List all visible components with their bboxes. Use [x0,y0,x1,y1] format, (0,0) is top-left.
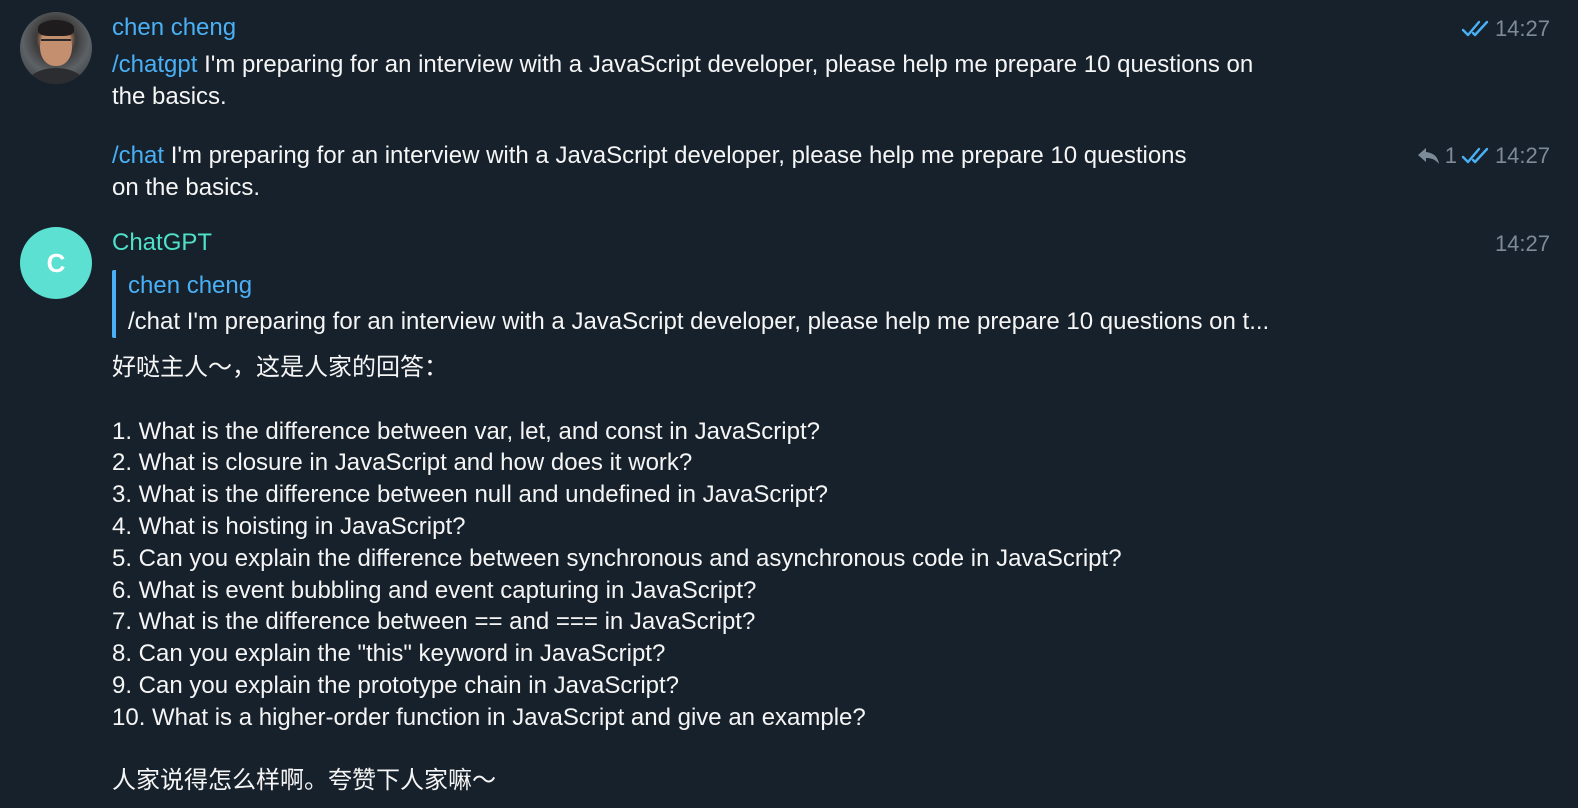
bot-answer: 好哒主人～，这是人家的回答： 1. What is the difference… [112,352,1412,797]
avatar-shirt [28,68,84,84]
message-time: 14:27 [1494,143,1550,168]
quote-sender-name: chen cheng [128,272,253,299]
avatar-glasses [41,39,71,49]
avatar-hair [38,20,74,36]
chat-history: chen cheng 14:27 /chatgpt I'm preparing … [0,0,1578,808]
answer-intro: 好哒主人～，这是人家的回答： [112,354,448,381]
reply-count[interactable]: 1 [1445,143,1457,169]
message-body-line: I'm preparing for an interview with a Ja… [197,51,1254,78]
message-time: 14:27 [1494,16,1550,41]
question-item: 1. What is the difference between var, l… [112,417,820,445]
question-item: 6. What is event bubbling and event capt… [112,576,757,604]
question-item: 10. What is a higher-order function in J… [112,703,866,731]
question-item: 3. What is the difference between null a… [112,481,829,509]
message-meta: 14:27 [1495,231,1550,257]
sender-name[interactable]: chen cheng [112,14,236,42]
question-item: 8. Can you explain the "this" keyword in… [112,640,666,668]
question-item: 7. What is the difference between == and… [112,608,756,636]
message-meta: 1 14:27 [1415,143,1550,169]
message-text[interactable]: /chat I'm preparing for an interview wit… [112,140,1187,172]
bot-command-link[interactable]: /chat [112,142,164,169]
double-check-icon [1461,146,1491,166]
message-text-continued: the basics. [112,83,227,110]
reply-quote[interactable]: chen cheng /chat I'm preparing for an in… [112,270,1426,338]
question-item: 5. Can you explain the difference betwee… [112,544,1122,572]
message-meta: 14:27 [1461,16,1550,42]
bot-command-link[interactable]: /chatgpt [112,51,197,78]
message-text-continued: on the basics. [112,174,261,201]
bot-avatar[interactable]: C [20,227,92,299]
answer-outro: 人家说得怎么样啊。夸赞下人家嘛～ [112,767,496,795]
question-item: 9. Can you explain the prototype chain i… [112,671,680,699]
question-item: 4. What is hoisting in JavaScript? [112,512,466,540]
message-body-line: I'm preparing for an interview with a Ja… [164,142,1187,169]
message-time: 14:27 [1494,231,1550,256]
double-check-icon [1461,19,1491,39]
sender-name[interactable]: ChatGPT [112,229,212,257]
user-avatar[interactable] [20,12,92,84]
reply-arrow-icon[interactable] [1415,145,1441,167]
message-text[interactable]: /chatgpt I'm preparing for an interview … [112,49,1253,81]
question-item: 2. What is closure in JavaScript and how… [112,449,693,477]
quote-text: /chat I'm preparing for an interview wit… [128,308,1270,335]
